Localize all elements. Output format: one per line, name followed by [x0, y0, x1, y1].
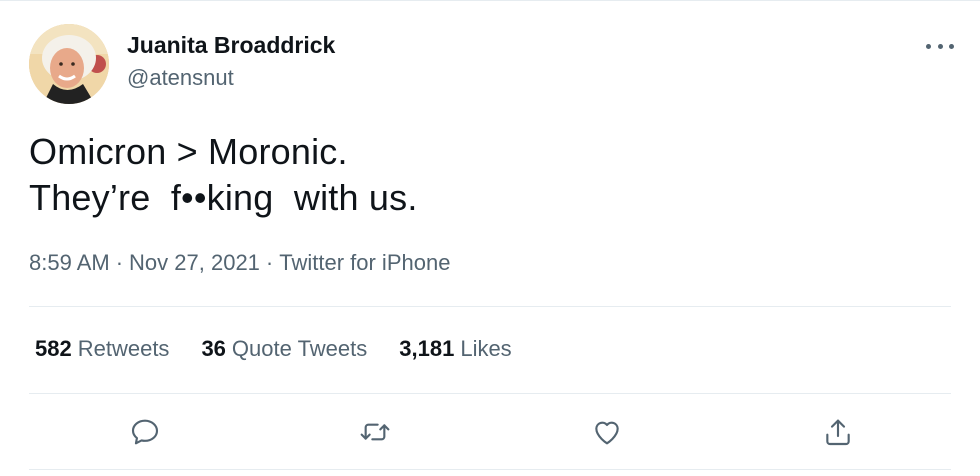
quote-tweets-stat[interactable]: 36 Quote Tweets	[201, 334, 367, 364]
avatar[interactable]	[29, 24, 109, 104]
divider	[29, 306, 951, 307]
tweet-card: Juanita Broaddrick @atensnut Omicron > M…	[0, 0, 980, 476]
share-button[interactable]	[820, 414, 856, 450]
tweet-stats: 582 Retweets 36 Quote Tweets 3,181 Likes	[35, 334, 512, 364]
likes-count: 3,181	[399, 336, 455, 361]
like-button[interactable]	[589, 414, 625, 450]
tweet-date[interactable]: Nov 27, 2021	[129, 250, 260, 275]
retweet-button[interactable]	[357, 414, 393, 450]
meta-separator: ·	[115, 250, 124, 275]
divider	[29, 393, 951, 394]
retweet-icon	[360, 423, 390, 441]
tweet-time[interactable]: 8:59 AM	[29, 250, 110, 275]
tweet-text-line-2: They’re f••king with us.	[29, 177, 418, 218]
retweets-stat[interactable]: 582 Retweets	[35, 334, 169, 364]
heart-icon	[595, 421, 619, 445]
author-handle[interactable]: @atensnut	[127, 63, 234, 93]
more-icon[interactable]	[926, 34, 954, 58]
author-name[interactable]: Juanita Broaddrick	[127, 30, 335, 60]
likes-stat[interactable]: 3,181 Likes	[399, 334, 511, 364]
quote-tweets-count: 36	[201, 336, 226, 361]
more-dot	[926, 43, 931, 49]
tweet-text-line-1: Omicron > Moronic.	[29, 131, 348, 172]
quote-tweets-label: Quote Tweets	[231, 336, 368, 361]
share-icon	[826, 419, 850, 446]
tweet-source[interactable]: Twitter for iPhone	[279, 250, 450, 275]
meta-separator: ·	[265, 250, 274, 275]
likes-label: Likes	[460, 336, 512, 361]
retweets-label: Retweets	[77, 336, 170, 361]
divider	[29, 469, 951, 470]
reply-icon	[131, 419, 159, 445]
more-dot	[937, 43, 943, 49]
reply-button[interactable]	[127, 414, 163, 450]
more-dot	[949, 43, 954, 49]
retweets-count: 582	[35, 336, 72, 361]
tweet-text: Omicron > Moronic. They’re f••king with …	[29, 129, 418, 221]
top-border	[0, 0, 980, 1]
profile-photo-icon	[29, 24, 109, 104]
tweet-meta: 8:59 AM · Nov 27, 2021 · Twitter for iPhone	[29, 248, 450, 278]
